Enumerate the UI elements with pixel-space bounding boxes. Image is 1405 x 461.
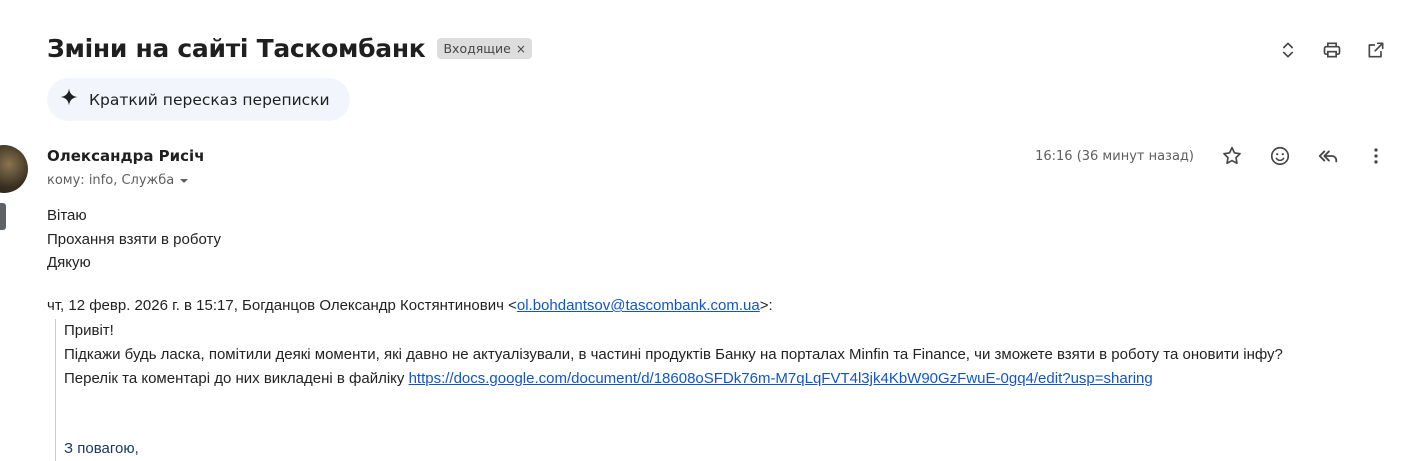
quoted-header-suffix: >: xyxy=(759,297,773,314)
more-options-icon[interactable] xyxy=(1365,145,1387,167)
inbox-label-chip[interactable]: Входящие × xyxy=(437,38,532,59)
body-line: Дякую xyxy=(47,254,91,271)
show-details-icon[interactable] xyxy=(178,175,190,187)
recipients-text: кому: info, Служба xyxy=(47,173,175,188)
quoted-line-with-link: Перелік та коментарі до них викладені в … xyxy=(64,367,1283,391)
quoted-greeting: Привіт! xyxy=(64,322,114,339)
print-icon[interactable] xyxy=(1321,39,1343,61)
summarize-conversation-button[interactable]: Краткий пересказ переписки xyxy=(47,78,350,121)
side-panel-indicator xyxy=(0,203,6,230)
summarize-label: Краткий пересказ переписки xyxy=(89,90,330,109)
reply-all-icon[interactable] xyxy=(1317,145,1339,167)
quoted-regards: З повагою, xyxy=(64,440,139,457)
open-in-new-window-icon[interactable] xyxy=(1365,39,1387,61)
emoji-reaction-icon[interactable] xyxy=(1269,145,1291,167)
remove-label-icon[interactable]: × xyxy=(516,42,526,56)
sender-avatar[interactable] xyxy=(0,145,28,193)
quoted-sender-email-link[interactable]: ol.bohdantsov@tascombank.com.ua xyxy=(517,297,760,314)
sparkle-icon xyxy=(59,87,79,112)
thread-toolbar xyxy=(1277,39,1387,61)
recipients-line: кому: info, Служба xyxy=(47,173,190,188)
message-timestamp: 16:16 (36 минут назад) xyxy=(1035,149,1194,164)
expand-collapse-icon[interactable] xyxy=(1277,39,1299,61)
body-line: Прохання взяти в роботу xyxy=(47,230,222,248)
document-link[interactable]: https://docs.google.com/document/d/18608… xyxy=(409,370,1153,387)
star-icon[interactable] xyxy=(1221,145,1243,167)
message-actions xyxy=(1221,145,1387,167)
quoted-message: Привіт! Підкажи будь ласка, помітили дея… xyxy=(55,319,1283,461)
quoted-line: Підкажи будь ласка, помітили деякі момен… xyxy=(64,346,1283,363)
thread-subject: Зміни на сайті Таскомбанк xyxy=(47,34,426,63)
quoted-line-prefix: Перелік та коментарі до них викладені в … xyxy=(64,370,409,387)
message-body: Вітаю Прохання взяти в роботу Дякую xyxy=(47,204,221,275)
quoted-header: чт, 12 февр. 2026 г. в 15:17, Богданцов … xyxy=(47,297,773,314)
sender-name[interactable]: Олександра Рисіч xyxy=(47,147,205,165)
quoted-header-prefix: чт, 12 февр. 2026 г. в 15:17, Богданцов … xyxy=(47,297,517,314)
label-text: Входящие xyxy=(443,41,511,56)
subject-row: Зміни на сайті Таскомбанк Входящие × xyxy=(47,34,532,63)
body-line: Вітаю xyxy=(47,207,87,224)
